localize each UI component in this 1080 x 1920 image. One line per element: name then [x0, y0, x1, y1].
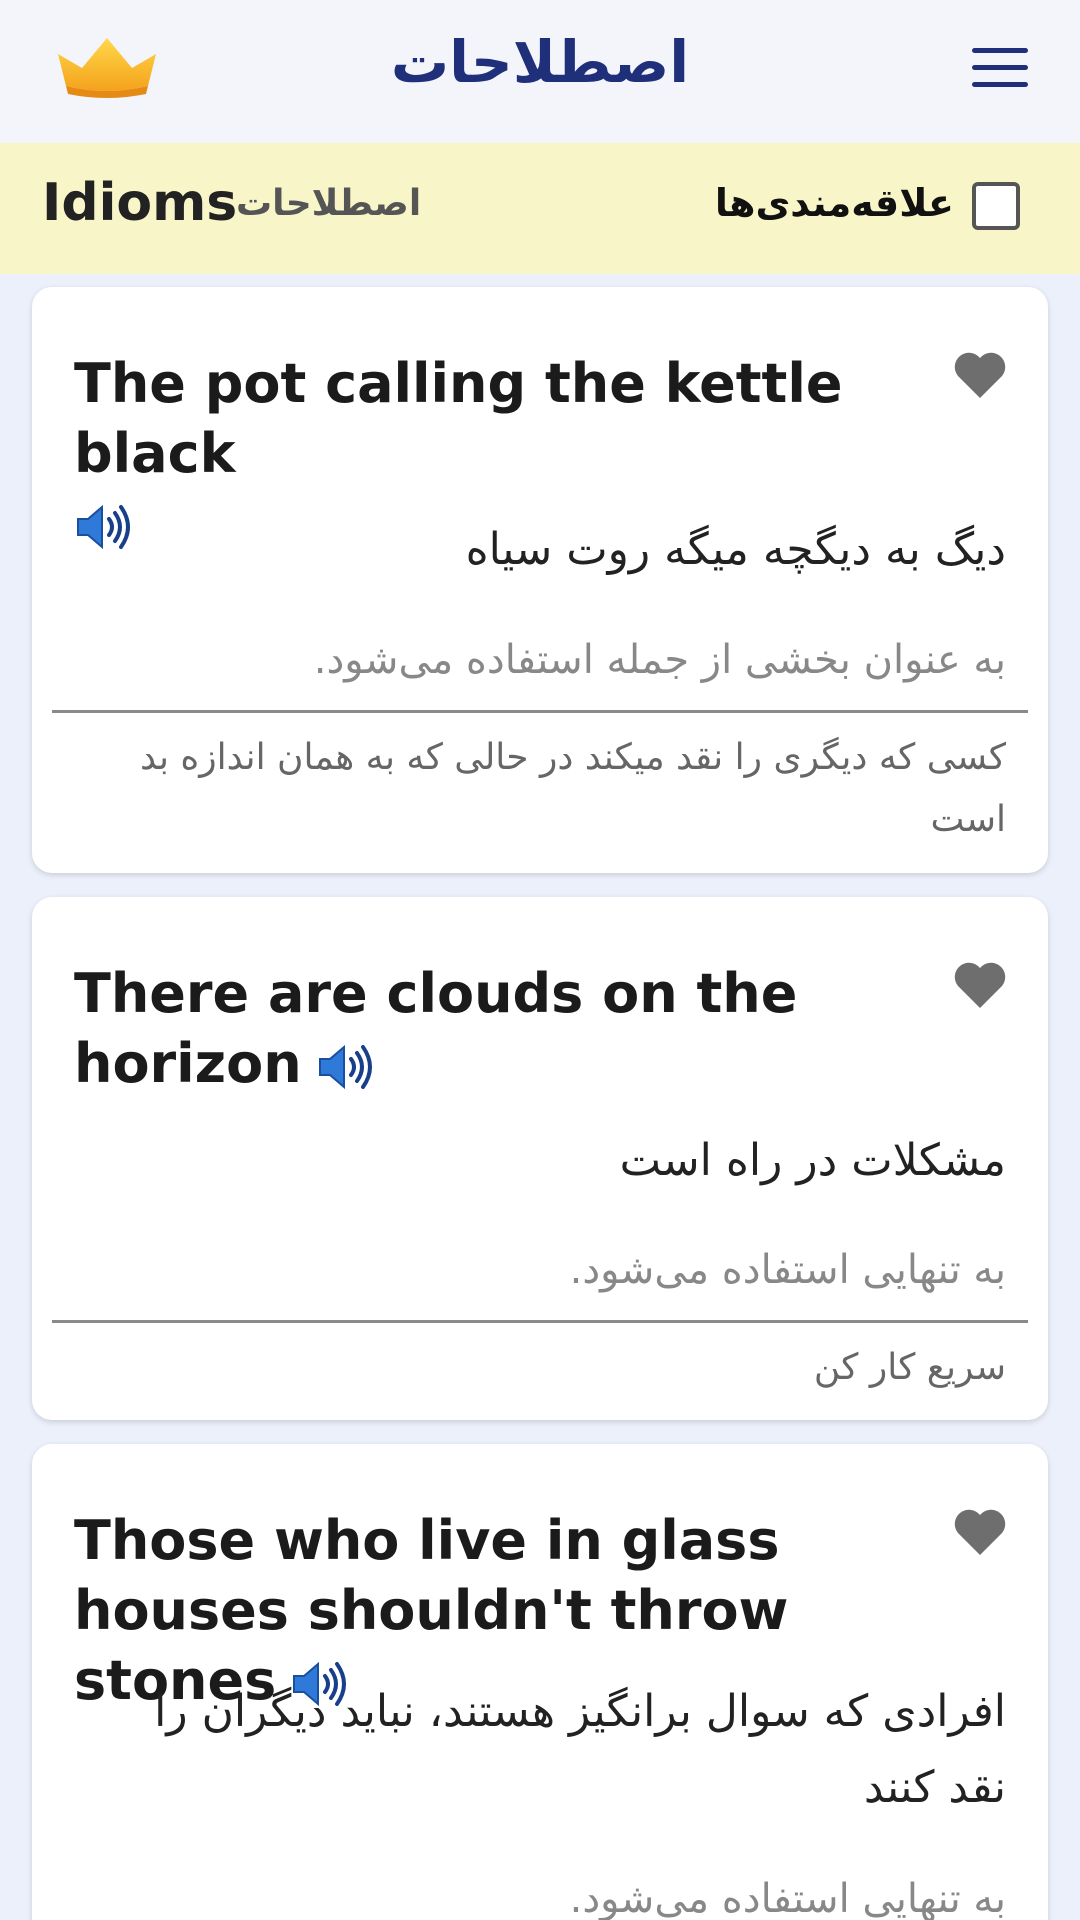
app-header: اصطلاحات [0, 0, 1080, 143]
idiom-phrase-text: There are clouds on the horizon [74, 962, 798, 1095]
idiom-meaning: دیگ به دیگچه میگه روت سیاه [465, 524, 1006, 575]
heart-icon[interactable] [952, 1507, 1008, 1557]
hamburger-menu-icon[interactable] [972, 48, 1028, 88]
idiom-meaning: مشکلات در راه است [619, 1135, 1006, 1186]
favorites-checkbox[interactable] [972, 182, 1020, 230]
idiom-example: کسی که دیگری را نقد میکند در حالی که به … [140, 737, 1006, 840]
divider [52, 1320, 1028, 1323]
idiom-card: Those who live in glass houses shouldn't… [32, 1444, 1048, 1920]
idiom-card: There are clouds on the horizon مشکلات د… [32, 897, 1048, 1420]
section-title-en: Idioms [42, 173, 238, 233]
heart-icon[interactable] [952, 960, 1008, 1010]
idiom-usage: به تنهایی استفاده می‌شود. [569, 1247, 1006, 1293]
idiom-usage: به عنوان بخشی از جمله استفاده می‌شود. [313, 637, 1006, 683]
section-title-fa: اصطلاحات [236, 183, 422, 224]
divider [52, 710, 1028, 713]
idiom-phrase: There are clouds on the horizon [74, 959, 834, 1099]
favorites-label[interactable]: علاقه‌مندی‌ها [715, 181, 954, 225]
filter-bar: Idioms اصطلاحات علاقه‌مندی‌ها [0, 143, 1080, 274]
idiom-phrase-text: The pot calling the kettle black [74, 352, 843, 485]
idiom-example: سریع کار کن [813, 1347, 1006, 1388]
idiom-meaning: افرادی که سوال برانگیز هستند، نباید دیگر… [154, 1686, 1006, 1813]
idiom-card: The pot calling the kettle black دیگ به … [32, 287, 1048, 873]
idiom-usage: به تنهایی استفاده می‌شود. [569, 1876, 1006, 1920]
speaker-icon[interactable] [316, 1042, 374, 1092]
heart-icon[interactable] [952, 350, 1008, 400]
page-title: اصطلاحات [390, 28, 690, 96]
